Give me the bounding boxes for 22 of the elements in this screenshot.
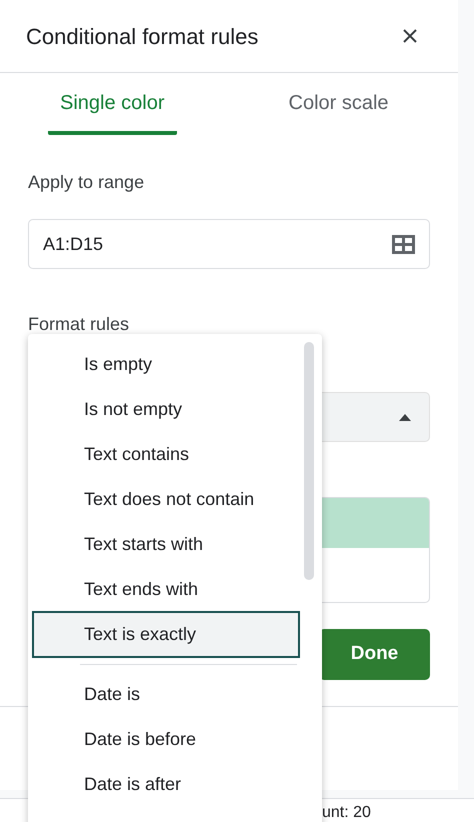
close-icon[interactable] xyxy=(402,28,418,44)
status-text: unt: 20 xyxy=(322,803,371,822)
tab[interactable]: Single color xyxy=(48,75,177,135)
menu-option[interactable]: Date is xyxy=(28,672,304,717)
menu-option[interactable]: Date is before xyxy=(28,717,304,762)
section-label: Format rules xyxy=(28,313,130,336)
menu-option[interactable]: Text does not contain xyxy=(28,477,304,522)
menu-option[interactable]: Date is after xyxy=(28,762,304,807)
menu-option[interactable]: Text ends with xyxy=(28,567,304,612)
range-input[interactable]: A1:D15 xyxy=(28,219,430,269)
done-button[interactable]: Done xyxy=(319,629,430,680)
panel-title: Conditional format rules xyxy=(26,22,258,50)
section-label: Apply to range xyxy=(28,171,146,194)
tab[interactable]: Color scale xyxy=(276,75,401,135)
menu-option[interactable]: Text starts with xyxy=(28,522,304,567)
menu-option[interactable]: Text is exactly xyxy=(32,611,300,658)
menu-option[interactable]: Is empty xyxy=(28,342,304,387)
caret-icon xyxy=(399,414,411,420)
grid-icon[interactable] xyxy=(392,234,415,254)
menu-option[interactable]: Is not empty xyxy=(28,387,304,432)
scrollbar[interactable] xyxy=(304,342,314,580)
menu-option[interactable]: Text contains xyxy=(28,432,304,477)
